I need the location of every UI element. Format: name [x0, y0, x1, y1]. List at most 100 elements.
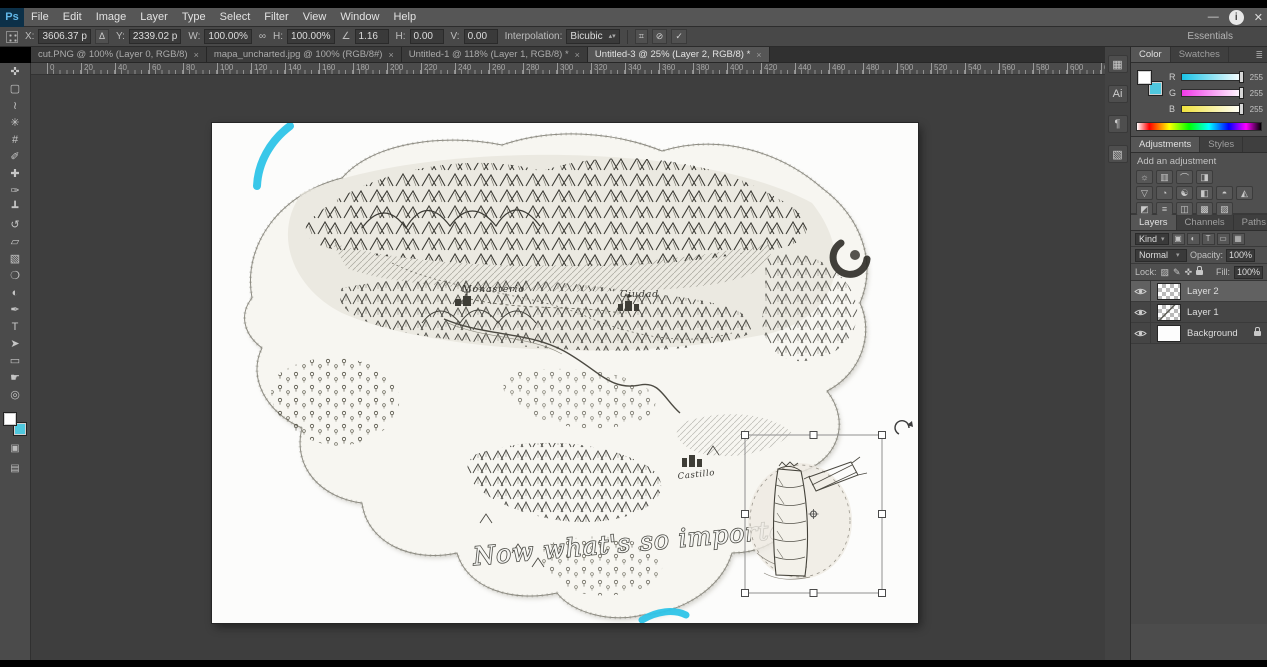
path-selection-tool[interactable]: ➤ [1, 335, 30, 352]
channel-mixer-icon[interactable]: ◭ [1236, 186, 1253, 200]
rotation-field[interactable]: 1.16 [355, 29, 389, 44]
type-tool[interactable]: T [1, 318, 30, 335]
foreground-color-chip[interactable] [1137, 70, 1152, 85]
minimize-icon[interactable]: — [1208, 11, 1219, 23]
transform-handle-nw[interactable] [742, 432, 749, 439]
horizontal-ruler[interactable]: 0204060801001201401601802002202402602803… [31, 63, 1105, 75]
history-brush-tool[interactable]: ↺ [1, 216, 30, 233]
menu-layer[interactable]: Layer [133, 8, 175, 27]
menu-window[interactable]: Window [333, 8, 386, 27]
menu-select[interactable]: Select [213, 8, 258, 27]
tab-close-icon[interactable]: × [756, 50, 761, 60]
layer-visibility-toggle[interactable] [1131, 323, 1151, 343]
lock-all-icon[interactable] [1196, 270, 1203, 275]
marquee-tool[interactable]: ▢ [1, 80, 30, 97]
height-field[interactable]: 100.00% [287, 29, 334, 44]
slider-knob[interactable] [1239, 71, 1244, 83]
transform-handle-sw[interactable] [742, 590, 749, 597]
color-balance-icon[interactable]: ☯ [1176, 186, 1193, 200]
fill-value[interactable]: 100% [1234, 266, 1263, 279]
dodge-tool[interactable]: ◐ [1, 284, 30, 301]
menu-type[interactable]: Type [175, 8, 213, 27]
opacity-value[interactable]: 100% [1226, 249, 1255, 262]
workspace-switcher[interactable]: Essentials [1187, 31, 1261, 42]
layer-visibility-toggle[interactable] [1131, 281, 1151, 301]
eyedropper-tool[interactable]: ✐ [1, 148, 30, 165]
layer-thumbnail[interactable] [1157, 283, 1181, 300]
tab-mapa-uncharted[interactable]: mapa_uncharted.jpg @ 100% (RGB/8#) × [207, 47, 402, 62]
tab-close-icon[interactable]: × [388, 50, 393, 60]
menu-help[interactable]: Help [386, 8, 423, 27]
paragraph-panel-icon[interactable]: ¶ [1108, 115, 1128, 133]
brush-tool[interactable]: ✑ [1, 182, 30, 199]
interpolation-select[interactable]: Bicubic ▴▾ [566, 29, 619, 44]
character-panel-icon[interactable]: Ai [1108, 85, 1128, 103]
brightness-contrast-icon[interactable]: ☼ [1136, 170, 1153, 184]
layer-thumbnail[interactable] [1157, 304, 1181, 321]
link-dimensions-icon[interactable]: ∞ [259, 31, 266, 42]
foreground-color-chip[interactable] [3, 412, 17, 426]
photo-filter-icon[interactable]: ◓ [1216, 186, 1233, 200]
screen-mode-button[interactable]: ▤ [1, 460, 30, 476]
warp-mode-button[interactable]: ⌗ [635, 29, 648, 44]
gradient-tool[interactable]: ▧ [1, 250, 30, 267]
tab-close-icon[interactable]: × [575, 50, 580, 60]
threshold-icon[interactable]: ◫ [1176, 202, 1193, 216]
menu-file[interactable]: File [24, 8, 56, 27]
menu-edit[interactable]: Edit [56, 8, 89, 27]
clone-stamp-tool[interactable]: ┻ [1, 199, 30, 216]
zoom-tool[interactable]: ◎ [1, 386, 30, 403]
cancel-transform-button[interactable]: ⊘ [652, 29, 668, 44]
width-field[interactable]: 100.00% [204, 29, 251, 44]
tab-channels[interactable]: Channels [1177, 215, 1234, 230]
tab-adjustments[interactable]: Adjustments [1131, 137, 1200, 152]
menu-filter[interactable]: Filter [257, 8, 295, 27]
tab-untitled-1[interactable]: Untitled-1 @ 118% (Layer 1, RGB/8) * × [402, 47, 588, 62]
tab-untitled-3[interactable]: Untitled-3 @ 25% (Layer 2, RGB/8) * × [588, 47, 770, 62]
document-canvas[interactable]: Monasterio Ciudad Castillo Now what's so… [212, 123, 918, 623]
tab-close-icon[interactable]: × [194, 50, 199, 60]
color-spectrum-ramp[interactable] [1136, 122, 1262, 131]
dock-panel-grid-icon[interactable]: ▦ [1108, 55, 1128, 73]
quick-selection-tool[interactable]: ✳ [1, 114, 30, 131]
tab-cut-png[interactable]: cut.PNG @ 100% (Layer 0, RGB/8) × [31, 47, 207, 62]
posterize-icon[interactable]: ≡ [1156, 202, 1173, 216]
vibrance-icon[interactable]: ▽ [1136, 186, 1153, 200]
levels-icon[interactable]: ▥ [1156, 170, 1173, 184]
eraser-tool[interactable]: ▱ [1, 233, 30, 250]
transform-handle-n[interactable] [810, 432, 817, 439]
tab-layers[interactable]: Layers [1131, 215, 1177, 230]
info-circle-icon[interactable]: i [1229, 10, 1244, 25]
gradient-map-icon[interactable]: ▩ [1196, 202, 1213, 216]
dock-panel-misc-icon[interactable]: ▧ [1108, 145, 1128, 163]
hue-saturation-icon[interactable]: ◔ [1156, 186, 1173, 200]
tab-paths[interactable]: Paths [1234, 215, 1267, 230]
healing-brush-tool[interactable]: ✚ [1, 165, 30, 182]
invert-icon[interactable]: ◩ [1136, 202, 1153, 216]
slider-knob[interactable] [1239, 87, 1244, 99]
slider-track[interactable] [1181, 89, 1243, 97]
tab-styles[interactable]: Styles [1200, 137, 1243, 152]
lasso-tool[interactable]: ≀ [1, 97, 30, 114]
v-skew-field[interactable]: 0.00 [464, 29, 498, 44]
filter-shape-layers-icon[interactable]: ▭ [1217, 233, 1230, 245]
close-icon[interactable]: ✕ [1254, 11, 1263, 24]
hand-tool[interactable]: ☛ [1, 369, 30, 386]
lock-pixels-icon[interactable]: ✎ [1173, 267, 1181, 278]
layer-row-layer-1[interactable]: Layer 1 [1131, 302, 1267, 323]
layer-row-layer-2[interactable]: Layer 2 [1131, 281, 1267, 302]
lock-position-icon[interactable]: ✜ [1185, 267, 1193, 278]
black-white-icon[interactable]: ◧ [1196, 186, 1213, 200]
y-position-field[interactable]: 2339.02 p [129, 29, 182, 44]
canvas-pasteboard[interactable]: Monasterio Ciudad Castillo Now what's so… [31, 75, 1105, 660]
h-skew-field[interactable]: 0.00 [410, 29, 444, 44]
selective-color-icon[interactable]: ▨ [1216, 202, 1233, 216]
lock-transparent-icon[interactable]: ▨ [1161, 267, 1170, 278]
slider-knob[interactable] [1239, 103, 1244, 115]
exposure-icon[interactable]: ◨ [1196, 170, 1213, 184]
x-position-field[interactable]: 3606.37 p [38, 29, 91, 44]
slider-track[interactable] [1181, 73, 1243, 81]
move-tool[interactable]: ✜ [1, 63, 30, 80]
relative-position-button[interactable]: Δ [95, 29, 109, 44]
curves-icon[interactable]: ⌒ [1176, 170, 1193, 184]
